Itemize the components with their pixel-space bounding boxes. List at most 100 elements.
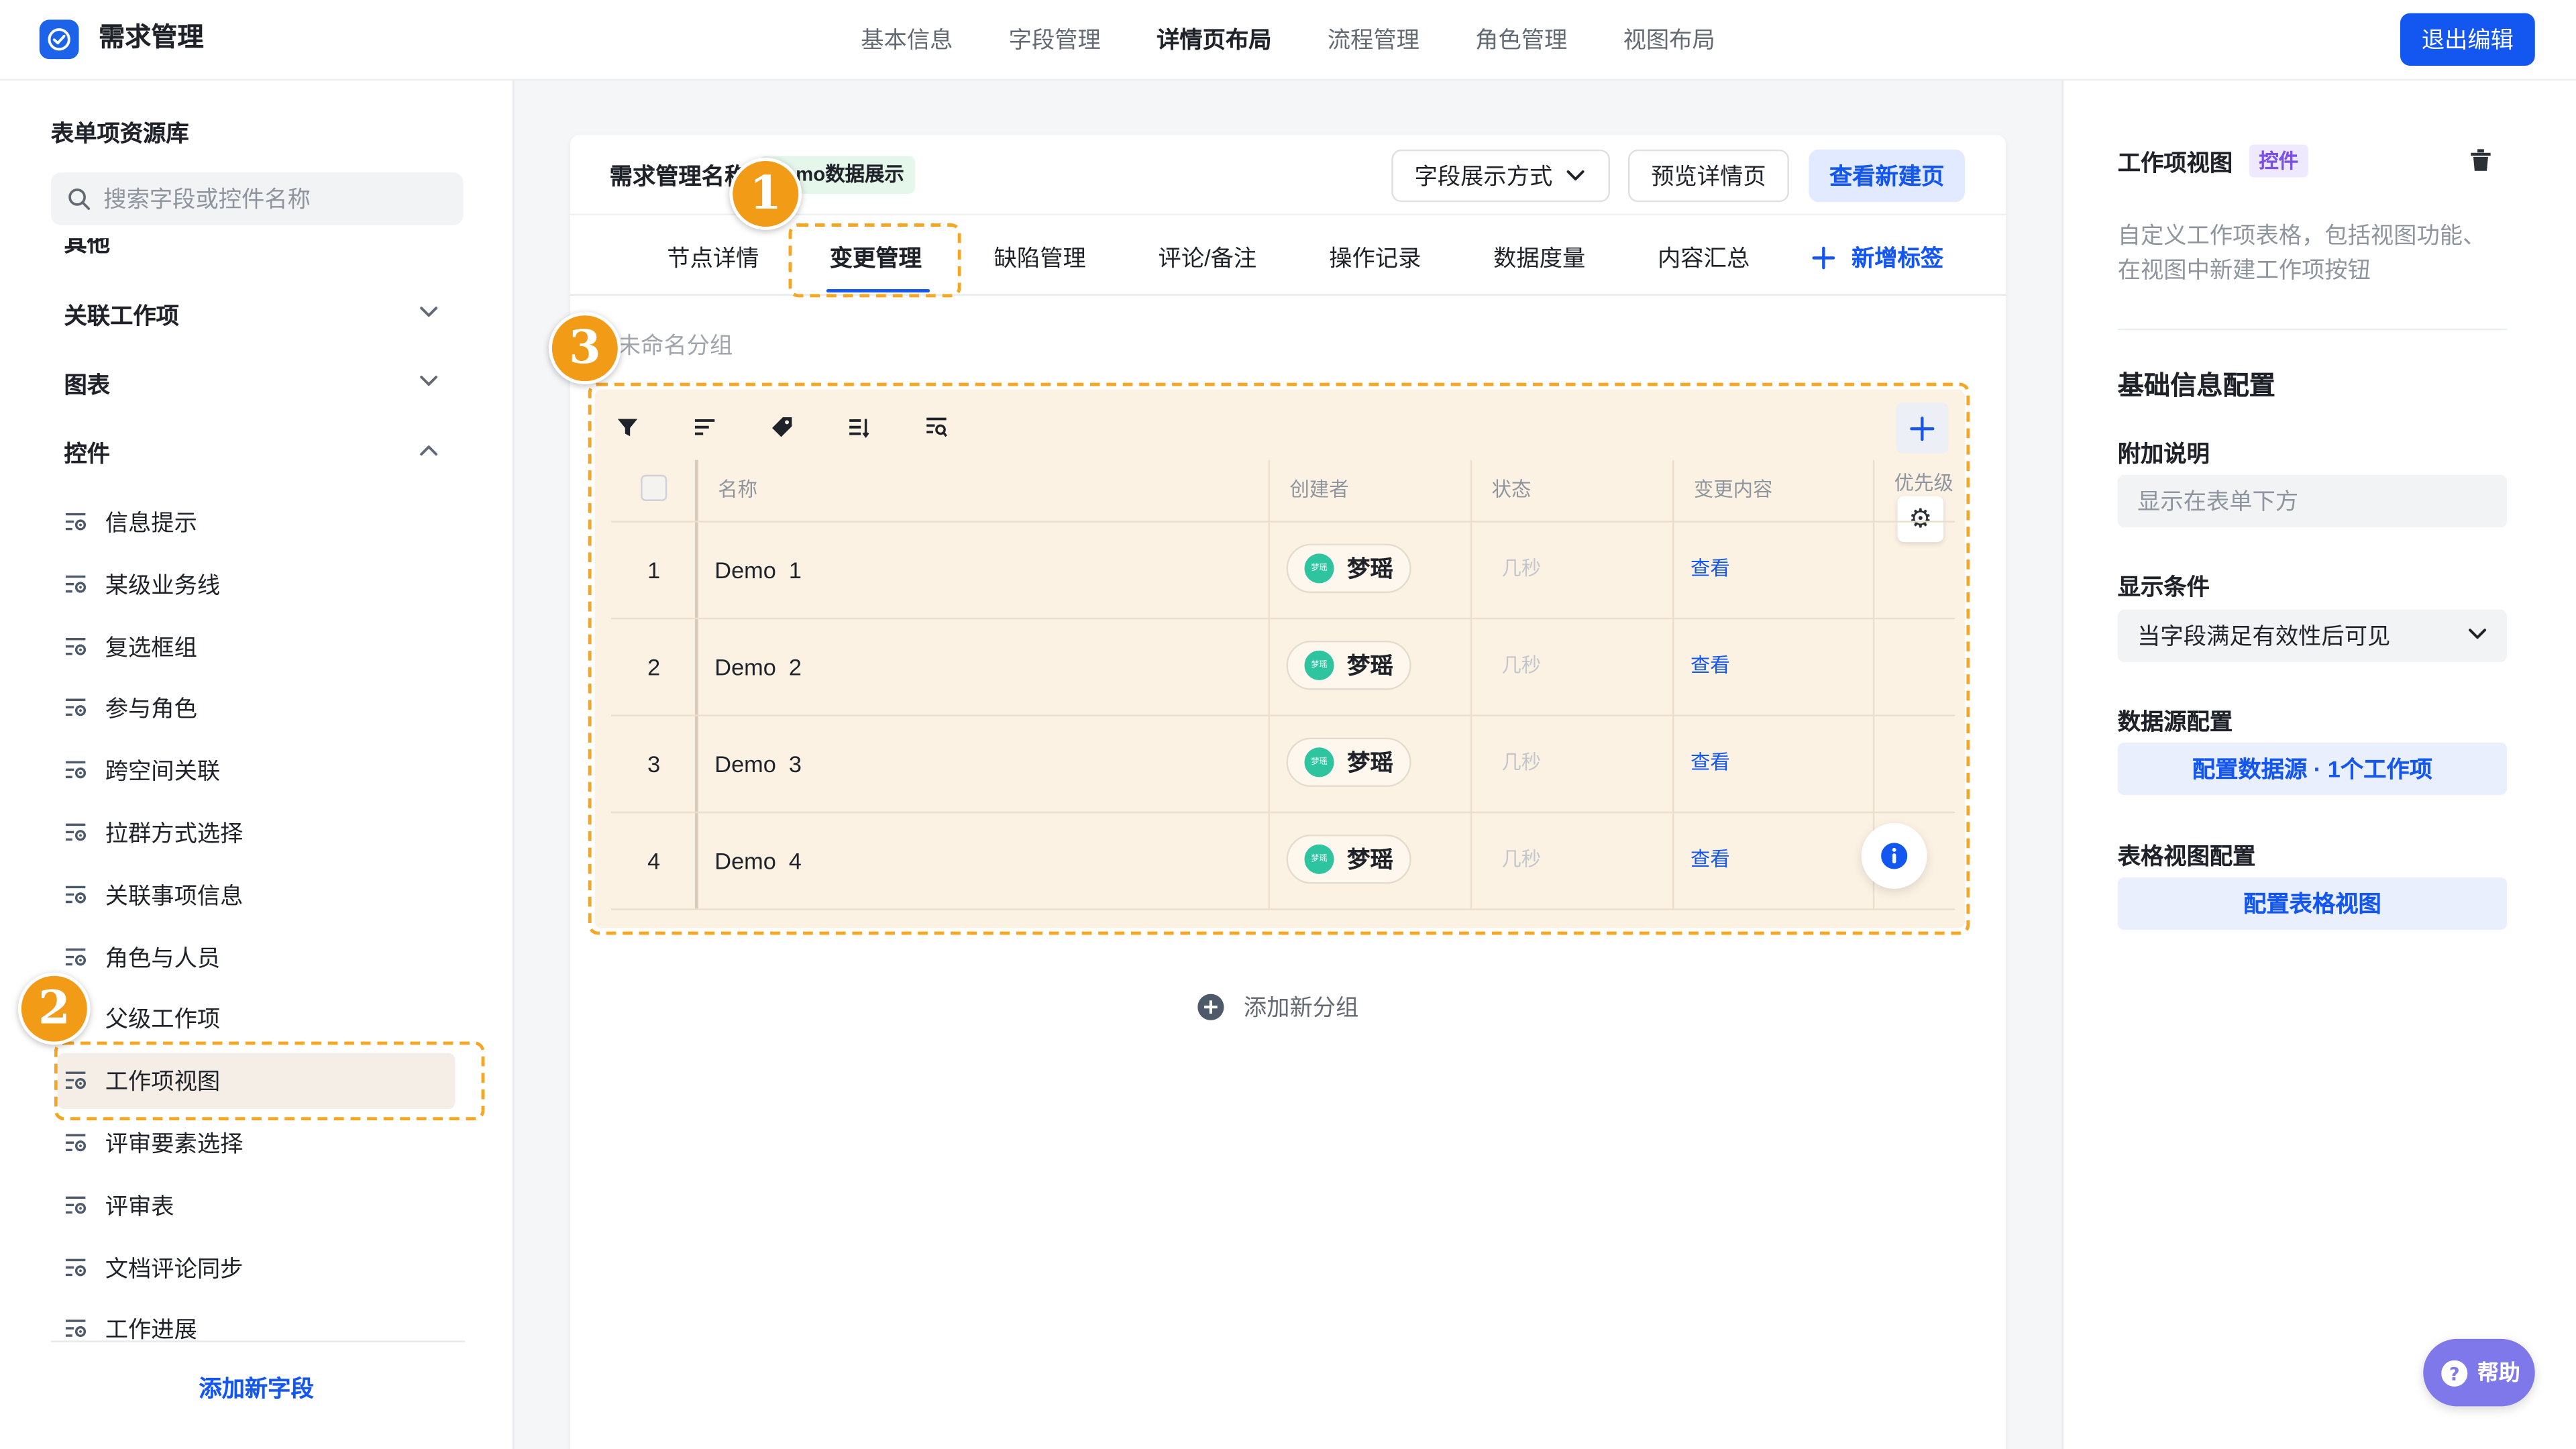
panel-divider	[2117, 328, 2508, 331]
configure-table-view-button[interactable]: 配置表格视图	[2117, 877, 2508, 930]
section-title: 基础信息配置	[2117, 372, 2275, 401]
view-create-page-button[interactable]: 查看新建页	[1809, 149, 1965, 203]
help-label: 帮助	[2477, 1360, 2520, 1385]
chevron-up-icon[interactable]	[419, 443, 438, 457]
sidebar-control-item[interactable]: 工作进展	[58, 1302, 455, 1341]
panel-title: 工作项视图	[2117, 149, 2233, 176]
add-group-label: 添加新分组	[1243, 994, 1359, 1020]
table-view-label: 表格视图配置	[2117, 843, 2256, 869]
tabs-divider	[570, 294, 2006, 296]
sidebar-control-label: 评审要素选择	[105, 1130, 244, 1157]
group-name[interactable]: 未命名分组	[618, 329, 733, 362]
top-nav-tab[interactable]: 基本信息	[861, 23, 953, 56]
control-icon	[64, 759, 87, 781]
search-input[interactable]	[103, 172, 449, 225]
control-icon	[64, 635, 87, 657]
control-icon	[64, 511, 87, 533]
top-nav-tab[interactable]: 视图布局	[1623, 23, 1715, 56]
tab-item[interactable]: 操作记录	[1329, 241, 1421, 274]
sidebar-control-item[interactable]: 某级业务线	[58, 557, 455, 612]
tab-item[interactable]: 内容汇总	[1658, 241, 1750, 274]
add-tab-label: 新增标签	[1851, 244, 1944, 272]
sidebar-control-label: 某级业务线	[105, 571, 221, 598]
top-nav-tab[interactable]: 字段管理	[1009, 23, 1101, 56]
sidebar-control-item[interactable]: 父级工作项	[58, 991, 455, 1047]
field-display-dropdown[interactable]: 字段展示方式	[1391, 149, 1611, 203]
control-icon	[64, 1132, 87, 1153]
sidebar-divider	[50, 1340, 466, 1342]
search-icon	[67, 187, 91, 210]
highlight-box-table	[588, 382, 1970, 935]
help-button[interactable]: ? 帮助	[2423, 1338, 2535, 1407]
top-bar: 需求管理 基本信息 字段管理 详情页布局 流程管理 角色管理 视图布局 退出编辑	[0, 0, 2576, 81]
highlight-box-control	[54, 1041, 485, 1121]
control-icon	[64, 946, 87, 967]
sidebar-control-label: 复选框组	[105, 633, 197, 660]
highlight-box-tab	[788, 223, 961, 298]
sidebar-group[interactable]: 关联工作项	[58, 289, 455, 341]
control-icon	[64, 1194, 87, 1216]
sidebar-control-item[interactable]: 文档评论同步	[58, 1240, 455, 1295]
sidebar-group-label: 图表	[64, 371, 111, 398]
sidebar-control-label: 文档评论同步	[105, 1254, 244, 1281]
step-marker-2: 2	[17, 972, 91, 1045]
sidebar-control-item[interactable]: 跨空间关联	[58, 743, 455, 798]
step-marker-1: 1	[729, 158, 802, 230]
sidebar-group[interactable]: 控件	[58, 427, 455, 480]
sidebar-control-item[interactable]: 复选框组	[58, 619, 455, 674]
exit-edit-button[interactable]: 退出编辑	[2400, 13, 2535, 66]
sidebar-control-label: 参与角色	[105, 695, 197, 722]
sidebar-control-item[interactable]: 拉群方式选择	[58, 805, 455, 861]
sidebar-group[interactable]: 图表	[58, 358, 455, 411]
control-icon	[64, 1256, 87, 1277]
data-source-label: 数据源配置	[2117, 708, 2233, 735]
step-marker-3: 3	[548, 312, 621, 385]
tab-item[interactable]: 节点详情	[667, 241, 759, 274]
plus-icon	[1812, 246, 1835, 270]
tab-item[interactable]: 评论/备注	[1159, 241, 1257, 274]
sidebar-control-item[interactable]: 参与角色	[58, 681, 455, 737]
sidebar-control-item[interactable]: 评审要素选择	[58, 1116, 455, 1171]
sidebar-control-item[interactable]: 信息提示	[58, 494, 455, 550]
top-nav: 基本信息 字段管理 详情页布局 流程管理 角色管理 视图布局	[861, 23, 1715, 56]
tab-item[interactable]: 缺陷管理	[994, 241, 1086, 274]
add-field-button[interactable]: 添加新字段	[0, 1372, 513, 1405]
top-nav-tab[interactable]: 流程管理	[1328, 23, 1419, 56]
control-icon	[64, 821, 87, 843]
sidebar-control-label: 工作进展	[105, 1316, 197, 1341]
tab-item[interactable]: 数据度量	[1493, 241, 1585, 274]
top-nav-tab[interactable]: 详情页布局	[1157, 23, 1271, 56]
card-title: 需求管理名称	[609, 162, 748, 189]
top-nav-tab[interactable]: 角色管理	[1475, 23, 1567, 56]
display-condition-select[interactable]: 当字段满足有效性后可见	[2117, 609, 2508, 662]
chevron-down-icon[interactable]	[419, 306, 438, 319]
panel-description: 自定义工作项表格，包括视图功能、在视图中新建工作项按钮	[2117, 221, 2486, 283]
extra-note-input[interactable]	[2117, 474, 2508, 528]
display-condition-value: 当字段满足有效性后可见	[2137, 623, 2391, 649]
sidebar-control-item[interactable]: 角色与人员	[58, 929, 455, 985]
chevron-down-icon	[1566, 169, 1585, 182]
extra-note-label: 附加说明	[2117, 440, 2210, 467]
sidebar-control-item[interactable]: 评审表	[58, 1177, 455, 1233]
sidebar-control-label: 角色与人员	[105, 944, 221, 971]
preview-detail-button[interactable]: 预览详情页	[1627, 149, 1789, 203]
control-icon	[64, 573, 87, 594]
resource-sidebar: 表单项资源库 其他 关联工作项图表控件信息提示某级业务线复选框组参与角色跨空间关…	[0, 80, 515, 1449]
sidebar-group-label: 关联工作项	[64, 302, 179, 329]
trash-icon[interactable]	[2469, 148, 2492, 172]
chevron-down-icon[interactable]	[419, 374, 438, 388]
control-type-badge: 控件	[2249, 144, 2308, 178]
check-circle-icon	[39, 19, 79, 60]
sidebar-control-label: 跨空间关联	[105, 757, 221, 784]
sidebar-control-label: 拉群方式选择	[105, 820, 244, 847]
sidebar-group-partial[interactable]: 其他	[64, 238, 111, 260]
sidebar-control-label: 评审表	[105, 1192, 174, 1219]
sidebar-control-item[interactable]: 关联事项信息	[58, 867, 455, 923]
sidebar-control-label: 信息提示	[105, 509, 197, 536]
control-icon	[64, 883, 87, 905]
sidebar-control-label: 关联事项信息	[105, 881, 244, 908]
chevron-down-icon	[2467, 628, 2487, 641]
search-box[interactable]	[50, 172, 464, 225]
sidebar-list[interactable]: 其他 关联工作项图表控件信息提示某级业务线复选框组参与角色跨空间关联拉群方式选择…	[0, 238, 513, 1340]
configure-data-source-button[interactable]: 配置数据源 · 1个工作项	[2117, 742, 2508, 796]
